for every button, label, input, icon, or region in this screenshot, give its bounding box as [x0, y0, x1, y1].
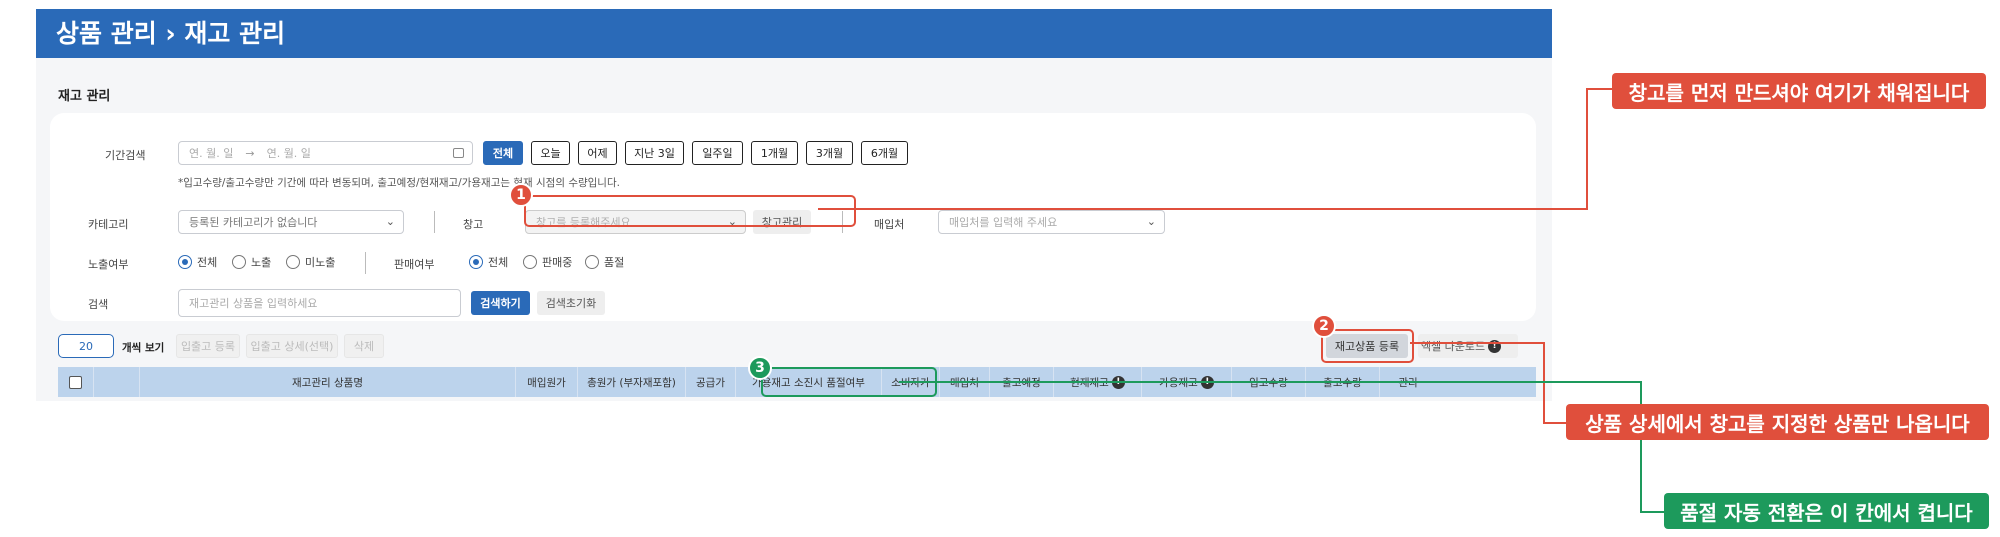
connector-3 — [899, 381, 1664, 513]
annotation-badge-2: 2 — [1312, 314, 1336, 338]
annotation-callout-3: 품절 자동 전환은 이 칸에서 켭니다 — [1664, 493, 1989, 529]
annotation-callout-1: 창고를 먼저 만드셔야 여기가 채워집니다 — [1612, 73, 1986, 109]
annotation-callout-2: 상품 상세에서 창고를 지정한 상품만 나옵니다 — [1566, 404, 1989, 440]
connector-1 — [818, 88, 1612, 210]
annotation-badge-3: 3 — [748, 356, 772, 380]
annotation-badge-1: 1 — [509, 183, 533, 207]
